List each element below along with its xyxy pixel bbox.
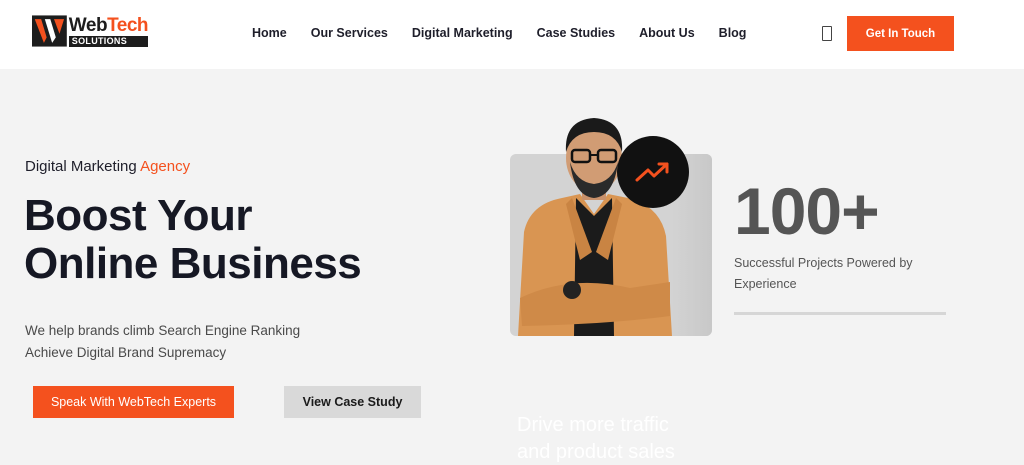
hero-title-line1: Boost Your <box>24 191 253 240</box>
view-case-study-button[interactable]: View Case Study <box>284 386 421 418</box>
get-in-touch-button[interactable]: Get In Touch <box>847 16 954 51</box>
nav-item-home[interactable]: Home <box>252 26 287 40</box>
nav-item-our-services[interactable]: Our Services <box>311 26 388 40</box>
hero-title: Boost Your Online Business <box>24 191 362 288</box>
logo-mark-icon <box>32 15 67 47</box>
logo-subtitle: SOLUTIONS <box>68 35 148 47</box>
hero-description: We help brands climb Search Engine Ranki… <box>25 320 300 364</box>
promo-text-line2: and product sales <box>517 441 675 463</box>
main-nav: Home Our Services Digital Marketing Case… <box>252 26 770 40</box>
site-header: WebTech SOLUTIONS Home Our Services Digi… <box>0 0 1024 69</box>
trending-up-icon <box>635 162 669 182</box>
cart-icon[interactable] <box>822 26 832 41</box>
brand-logo[interactable]: WebTech SOLUTIONS <box>32 14 148 48</box>
hero-title-line2: Online Business <box>24 239 362 288</box>
trend-badge <box>617 136 689 208</box>
projects-caption-line1: Successful Projects Powered by <box>734 256 913 270</box>
promo-text-line1: Drive more traffic <box>517 414 669 436</box>
hero-eyebrow-prefix: Digital Marketing <box>25 158 137 175</box>
speak-with-experts-button[interactable]: Speak With WebTech Experts <box>33 386 234 418</box>
logo-brand-part2: Tech <box>107 14 148 36</box>
nav-item-blog[interactable]: Blog <box>719 26 747 40</box>
nav-item-case-studies[interactable]: Case Studies <box>537 26 616 40</box>
hero-eyebrow: Digital Marketing Agency <box>25 158 190 175</box>
hero-eyebrow-accent: Agency <box>140 158 191 175</box>
promo-text: Drive more traffic and product sales <box>517 412 675 465</box>
projects-caption-line2: Experience <box>734 277 797 291</box>
logo-brand-part1: Web <box>68 14 108 36</box>
projects-count: 100+ <box>734 174 880 248</box>
hero-description-line2: Achieve Digital Brand Supremacy <box>25 345 227 360</box>
logo-brand: WebTech <box>68 14 149 36</box>
nav-item-digital-marketing[interactable]: Digital Marketing <box>412 26 513 40</box>
nav-item-about-us[interactable]: About Us <box>639 26 695 40</box>
stat-divider <box>734 312 946 315</box>
projects-caption: Successful Projects Powered by Experienc… <box>734 253 944 295</box>
logo-text: WebTech SOLUTIONS <box>68 14 149 47</box>
hero-description-line1: We help brands climb Search Engine Ranki… <box>25 323 301 338</box>
